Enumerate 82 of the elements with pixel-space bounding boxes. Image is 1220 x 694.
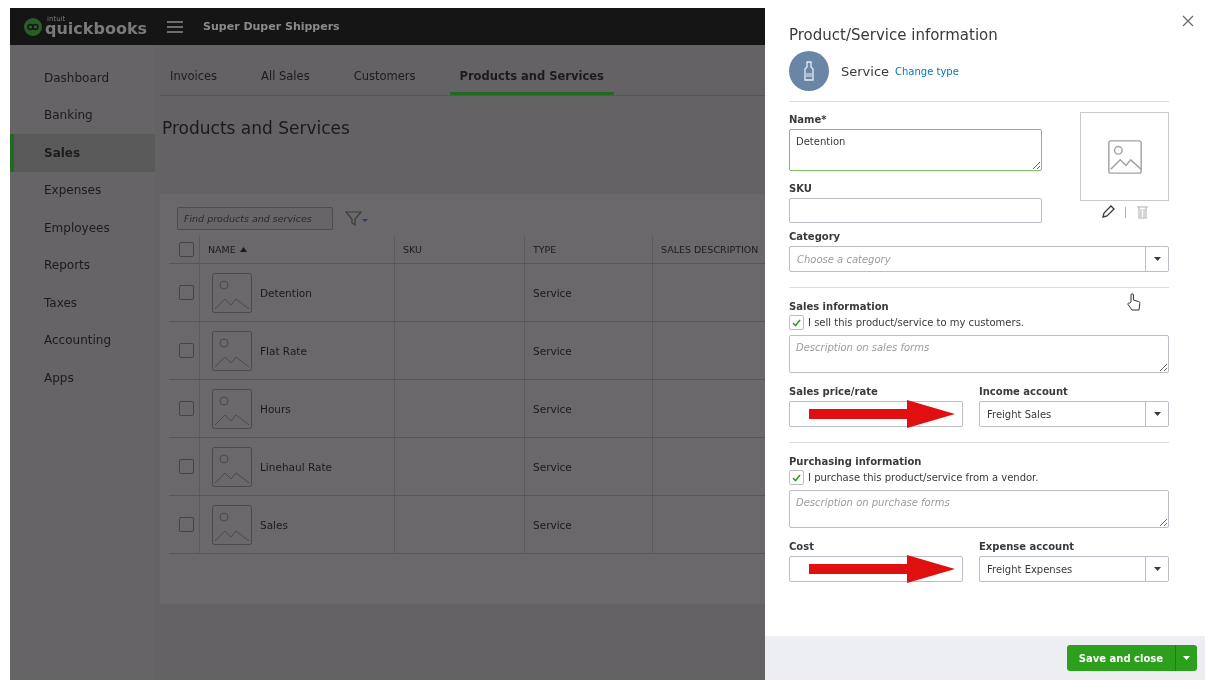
- checkbox[interactable]: [789, 470, 804, 485]
- change-type-link[interactable]: Change type: [895, 65, 959, 77]
- caret-icon: [1153, 257, 1161, 261]
- edit-icon[interactable]: [1100, 205, 1115, 219]
- product-name: Sales: [260, 518, 288, 531]
- sku-field[interactable]: [789, 198, 1042, 223]
- account-dropdown[interactable]: Freight Sales: [979, 401, 1169, 427]
- row-checkbox[interactable]: [179, 401, 194, 416]
- field-label: Expense account: [979, 541, 1076, 552]
- column-header[interactable]: TYPE: [524, 236, 652, 263]
- menu-icon[interactable]: [167, 20, 184, 33]
- image-placeholder-icon: [1105, 137, 1144, 176]
- row-checkbox[interactable]: [179, 459, 194, 474]
- checkmark-icon: [792, 318, 801, 327]
- checkmark-icon: [792, 473, 801, 482]
- account-dropdown[interactable]: Freight Expenses: [979, 556, 1169, 582]
- image-placeholder-icon: [212, 504, 252, 545]
- section-heading: Sales information: [789, 301, 889, 312]
- row-checkbox[interactable]: [179, 343, 194, 358]
- section-heading: Purchasing information: [789, 456, 922, 467]
- logo-icon: [24, 17, 42, 36]
- filter-icon[interactable]: [345, 210, 369, 227]
- sidebar-item[interactable]: Sales: [10, 134, 155, 172]
- field-label: SKU: [789, 183, 813, 194]
- type-label: Service: [841, 63, 890, 79]
- column-header[interactable]: SKU: [394, 236, 524, 263]
- type-cell: Service: [524, 264, 652, 321]
- tab[interactable]: Customers: [343, 69, 426, 95]
- tab[interactable]: All Sales: [251, 69, 320, 95]
- close-button[interactable]: [1181, 14, 1195, 28]
- field-label: Category: [789, 231, 842, 242]
- field-label: Cost: [789, 541, 815, 552]
- sidebar-item[interactable]: Expenses: [10, 171, 155, 209]
- caret-icon: [1183, 656, 1190, 660]
- row-checkbox[interactable]: [179, 517, 194, 532]
- name-field[interactable]: Detention: [789, 129, 1042, 171]
- select-all-checkbox[interactable]: [179, 242, 194, 257]
- category-dropdown[interactable]: Choose a category: [789, 246, 1169, 272]
- product-name: Flat Rate: [260, 344, 307, 357]
- save-and-close-button[interactable]: Save and close: [1066, 645, 1175, 671]
- type-cell: Service: [524, 496, 652, 553]
- sidebar-item[interactable]: Reports: [10, 246, 155, 284]
- logo-text: quickbooks: [45, 21, 148, 37]
- sidebar-item[interactable]: Banking: [10, 96, 155, 134]
- checkbox-label: I sell this product/service to my customers.: [808, 317, 1024, 328]
- description-field[interactable]: Description on sales forms: [789, 335, 1169, 373]
- field-label: Sales price/rate: [789, 386, 879, 397]
- tab[interactable]: Invoices: [160, 69, 228, 95]
- image-placeholder-icon: [212, 388, 252, 429]
- type-cell: Service: [524, 438, 652, 495]
- checkbox[interactable]: [789, 315, 804, 330]
- service-type-icon: [789, 51, 829, 91]
- save-options-button[interactable]: [1175, 645, 1197, 671]
- tab[interactable]: Products and Services: [449, 69, 614, 95]
- company-name: Super Duper Shippers: [203, 20, 340, 33]
- type-cell: Service: [524, 380, 652, 437]
- caret-icon: [1153, 412, 1161, 416]
- caret-icon: [1153, 567, 1161, 571]
- page-title: Products and Services: [162, 118, 351, 138]
- image-placeholder-icon: [212, 446, 252, 487]
- product-name: Detention: [260, 286, 312, 299]
- field-label: Income account: [979, 386, 1069, 397]
- search-field[interactable]: Find products and services: [177, 207, 333, 230]
- delete-icon[interactable]: [1135, 205, 1149, 219]
- image-placeholder-icon: [212, 272, 252, 313]
- hand-cursor-icon: [1127, 293, 1141, 311]
- product-name: Hours: [260, 402, 291, 415]
- field-label: Name*: [789, 114, 828, 125]
- type-cell: Service: [524, 322, 652, 379]
- panel-title: Product/Service information: [789, 26, 999, 44]
- sidebar-item[interactable]: Taxes: [10, 284, 155, 322]
- product-name: Linehaul Rate: [260, 460, 332, 473]
- column-header[interactable]: NAME: [199, 236, 394, 263]
- description-field[interactable]: Description on purchase forms: [789, 490, 1169, 528]
- row-checkbox[interactable]: [179, 285, 194, 300]
- image-placeholder-icon: [212, 330, 252, 371]
- sidebar-item[interactable]: Apps: [10, 359, 155, 397]
- sidebar-item[interactable]: Employees: [10, 209, 155, 247]
- sidebar-item[interactable]: Dashboard: [10, 59, 155, 97]
- checkbox-label: I purchase this product/service from a vendor.: [808, 472, 1039, 483]
- sort-icon: [239, 247, 247, 252]
- sidebar-item[interactable]: Accounting: [10, 321, 155, 359]
